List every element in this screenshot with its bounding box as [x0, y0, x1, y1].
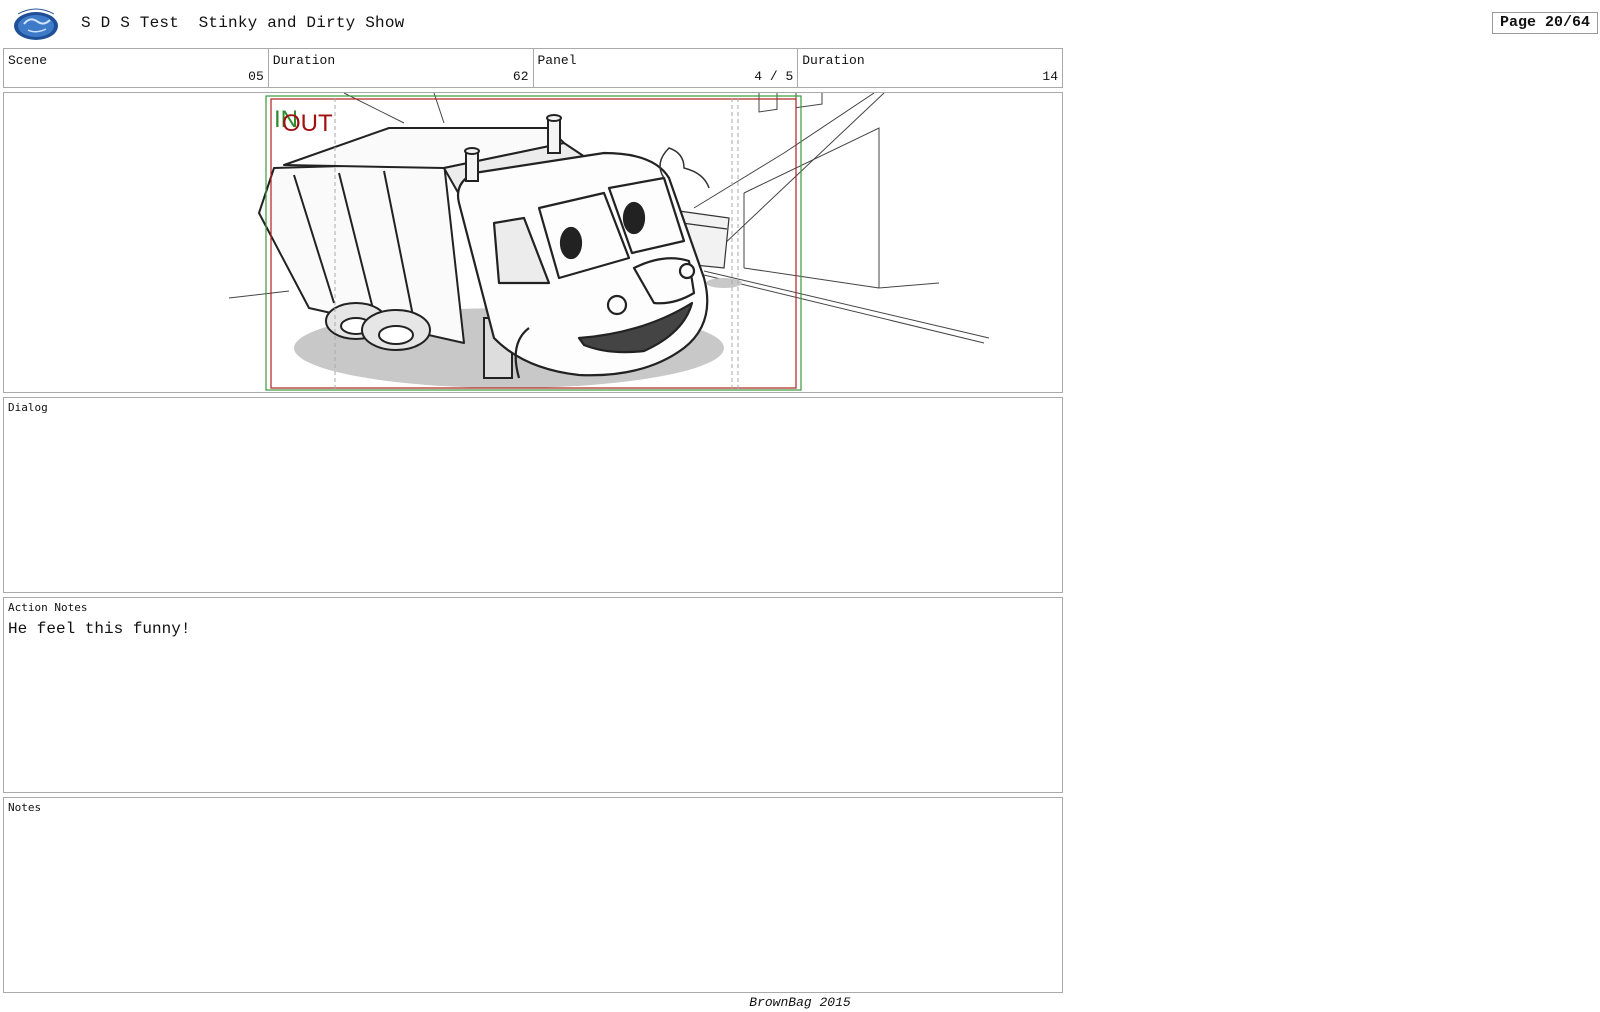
scene-duration-value: 62	[512, 69, 529, 84]
out-frame-label: OUT	[282, 110, 333, 137]
dialog-label: Dialog	[8, 401, 48, 414]
scene-value: 05	[248, 69, 264, 84]
notes-box: Notes	[3, 797, 1063, 993]
truck-sketch-image: IN OUT	[228, 93, 990, 391]
storyboard-page: S D S Test Stinky and Dirty Show Page 20…	[0, 0, 1600, 1012]
scene-label: Scene	[8, 53, 48, 68]
page-number: Page 20/64	[1492, 12, 1598, 34]
scene-cell: Scene 05	[4, 49, 269, 87]
action-notes-box: Action Notes He feel this funny!	[3, 597, 1063, 793]
dialog-box: Dialog	[3, 397, 1063, 593]
notes-label: Notes	[8, 801, 42, 814]
studio-logo	[10, 6, 62, 42]
action-notes-label: Action Notes	[8, 601, 88, 614]
panel-duration-cell: Duration 14	[798, 49, 1062, 87]
scene-duration-label: Duration	[272, 53, 336, 68]
footer-credit: BrownBag 2015	[749, 995, 851, 1010]
scene-duration-cell: Duration 62	[269, 49, 534, 87]
panel-value: 4 / 5	[754, 69, 794, 84]
scene-info-row: Scene 05 Duration 62 Panel 4 / 5 Duratio…	[3, 48, 1063, 88]
document-title: S D S Test Stinky and Dirty Show	[81, 14, 405, 32]
action-notes-text: He feel this funny!	[8, 620, 191, 638]
panel-duration-value: 14	[1042, 69, 1058, 84]
panel-cell: Panel 4 / 5	[534, 49, 799, 87]
panel-duration-label: Duration	[802, 53, 865, 68]
panel-image-frame: IN OUT	[3, 92, 1063, 393]
panel-label: Panel	[537, 53, 577, 68]
